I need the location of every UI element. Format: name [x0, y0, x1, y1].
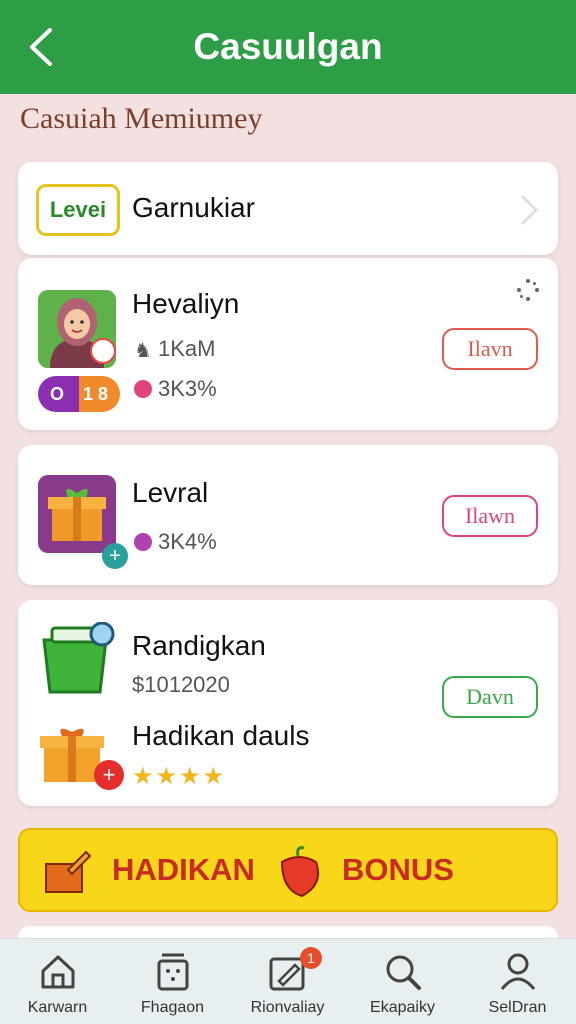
bonus-banner[interactable]: HADIKAN BONUS	[18, 828, 558, 912]
nav-label: SelDran	[488, 999, 547, 1016]
bottom-nav: Karwarn Fhagaon 1 Rionvaliay Ekapaiky Se…	[0, 938, 576, 1024]
nav-label: Karwarn	[27, 999, 88, 1016]
top-app-bar: Casuulgan	[0, 0, 576, 94]
apple-icon	[274, 844, 324, 898]
item-price: $1012020	[132, 672, 230, 697]
nav-label: Ekapaiky	[370, 999, 435, 1016]
combo-card: Randigkan $1012020 Davn + Hadikan dauls …	[18, 600, 558, 806]
add-icon: +	[94, 760, 124, 790]
item-title: Hadikan dauls	[132, 720, 310, 751]
level-tag: O 1 8	[38, 376, 120, 412]
notification-badge: 1	[300, 947, 322, 969]
nav-item-edit[interactable]: 1 Rionvaliay	[230, 939, 345, 1024]
rating-stars: ★★★★	[132, 763, 227, 790]
chrome-icon	[90, 338, 116, 364]
loading-icon	[516, 278, 540, 302]
nav-item-search[interactable]: Ekapaiky	[345, 939, 460, 1024]
action-button[interactable]: Ilavn	[442, 328, 538, 370]
card-meta: 3K4%	[158, 529, 217, 554]
list-item[interactable]: + Levral 3K4% Ilawn	[18, 445, 558, 585]
nav-item-home[interactable]: Karwarn	[0, 939, 115, 1024]
basket-icon	[38, 621, 116, 694]
action-button[interactable]: Ilawn	[442, 495, 538, 537]
gift-box-icon	[38, 475, 116, 553]
bonus-right-text: BONUS	[342, 852, 454, 887]
home-icon	[41, 955, 75, 989]
add-icon: +	[102, 543, 128, 569]
basket-icon	[157, 953, 189, 991]
section-title: Casuiah Memiumey	[20, 102, 263, 135]
nav-label: Rionvaliay	[250, 999, 325, 1016]
search-icon	[386, 955, 421, 990]
nav-label: Fhagaon	[140, 999, 205, 1016]
card-title: Levral	[132, 477, 209, 508]
page-title: Casuulgan	[193, 26, 383, 67]
coin-icon	[134, 533, 152, 551]
chevron-right-icon	[520, 194, 539, 226]
pencil-box-icon	[42, 848, 92, 896]
card-meta: 1KaM	[158, 336, 216, 361]
trophy-icon: ♞	[134, 340, 152, 362]
card-meta-secondary: 3K3%	[158, 376, 217, 401]
nav-item-basket[interactable]: Fhagaon	[115, 939, 230, 1024]
card-title: Hevaliyn	[132, 288, 240, 319]
level-row[interactable]: Levei Garnukiar	[18, 162, 558, 255]
nav-item-profile[interactable]: SelDran	[460, 939, 575, 1024]
action-button[interactable]: Davn	[442, 676, 538, 718]
level-badge: Levei	[36, 184, 120, 236]
level-row-label: Garnukiar	[132, 192, 255, 223]
list-item[interactable]: O 1 8 Hevaliyn ♞ 1KaM 3K3% Ilavn	[18, 258, 558, 430]
profile-icon	[500, 953, 536, 990]
bonus-left-text: HADIKAN	[112, 852, 255, 887]
item-title: Randigkan	[132, 630, 266, 661]
coin-icon	[134, 380, 152, 398]
